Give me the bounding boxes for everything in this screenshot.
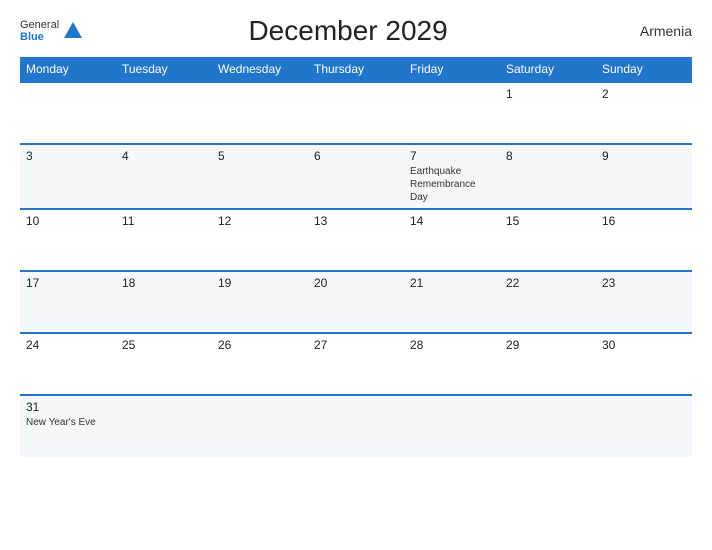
day-number: 21 bbox=[410, 276, 494, 290]
day-number: 26 bbox=[218, 338, 302, 352]
calendar-cell: 18 bbox=[116, 271, 212, 333]
header-thursday: Thursday bbox=[308, 57, 404, 82]
event-label: Earthquake Remembrance Day bbox=[410, 165, 494, 204]
calendar-cell: 7 Earthquake Remembrance Day bbox=[404, 144, 500, 209]
calendar-cell: 20 bbox=[308, 271, 404, 333]
day-number: 31 bbox=[26, 400, 110, 414]
calendar-cell bbox=[116, 395, 212, 457]
calendar-cell bbox=[500, 395, 596, 457]
day-number: 28 bbox=[410, 338, 494, 352]
calendar-cell: 5 bbox=[212, 144, 308, 209]
header-monday: Monday bbox=[20, 57, 116, 82]
logo-general-text: General bbox=[20, 19, 59, 31]
country-label: Armenia bbox=[612, 23, 692, 39]
calendar-row: 17 18 19 20 21 22 23 bbox=[20, 271, 692, 333]
calendar-cell: 21 bbox=[404, 271, 500, 333]
day-number: 3 bbox=[26, 149, 110, 163]
day-number: 23 bbox=[602, 276, 686, 290]
day-number: 14 bbox=[410, 214, 494, 228]
calendar-header-row: Monday Tuesday Wednesday Thursday Friday… bbox=[20, 57, 692, 82]
day-number: 8 bbox=[506, 149, 590, 163]
header-wednesday: Wednesday bbox=[212, 57, 308, 82]
day-number: 1 bbox=[506, 87, 590, 101]
calendar-cell: 27 bbox=[308, 333, 404, 395]
day-number: 5 bbox=[218, 149, 302, 163]
calendar-cell bbox=[212, 82, 308, 144]
day-number: 25 bbox=[122, 338, 206, 352]
calendar-cell: 3 bbox=[20, 144, 116, 209]
header-saturday: Saturday bbox=[500, 57, 596, 82]
calendar-cell: 9 bbox=[596, 144, 692, 209]
calendar-cell: 28 bbox=[404, 333, 500, 395]
calendar-cell: 26 bbox=[212, 333, 308, 395]
calendar-cell: 14 bbox=[404, 209, 500, 271]
calendar-cell: 15 bbox=[500, 209, 596, 271]
calendar-page: General Blue December 2029 Armenia Monda… bbox=[0, 0, 712, 550]
day-number: 20 bbox=[314, 276, 398, 290]
calendar-cell: 29 bbox=[500, 333, 596, 395]
calendar-cell: 19 bbox=[212, 271, 308, 333]
calendar-cell bbox=[308, 82, 404, 144]
header-sunday: Sunday bbox=[596, 57, 692, 82]
calendar-cell bbox=[404, 395, 500, 457]
day-number: 29 bbox=[506, 338, 590, 352]
calendar-cell: 16 bbox=[596, 209, 692, 271]
calendar-cell: 22 bbox=[500, 271, 596, 333]
calendar-cell: 1 bbox=[500, 82, 596, 144]
calendar-cell: 23 bbox=[596, 271, 692, 333]
calendar-cell bbox=[20, 82, 116, 144]
day-number: 11 bbox=[122, 214, 206, 228]
calendar-row: 31 New Year's Eve bbox=[20, 395, 692, 457]
calendar-cell: 2 bbox=[596, 82, 692, 144]
calendar-table: Monday Tuesday Wednesday Thursday Friday… bbox=[20, 57, 692, 457]
calendar-cell: 6 bbox=[308, 144, 404, 209]
calendar-cell: 25 bbox=[116, 333, 212, 395]
logo-icon bbox=[62, 20, 84, 42]
calendar-cell: 17 bbox=[20, 271, 116, 333]
calendar-cell: 11 bbox=[116, 209, 212, 271]
calendar-cell bbox=[212, 395, 308, 457]
calendar-cell bbox=[596, 395, 692, 457]
calendar-cell: 4 bbox=[116, 144, 212, 209]
day-number: 9 bbox=[602, 149, 686, 163]
calendar-cell: 12 bbox=[212, 209, 308, 271]
calendar-cell: 30 bbox=[596, 333, 692, 395]
logo-blue-text: Blue bbox=[20, 31, 59, 43]
calendar-cell bbox=[308, 395, 404, 457]
day-number: 7 bbox=[410, 149, 494, 163]
header-tuesday: Tuesday bbox=[116, 57, 212, 82]
logo: General Blue bbox=[20, 19, 84, 43]
day-number: 6 bbox=[314, 149, 398, 163]
calendar-cell: 31 New Year's Eve bbox=[20, 395, 116, 457]
day-number: 17 bbox=[26, 276, 110, 290]
page-title: December 2029 bbox=[84, 15, 612, 47]
header: General Blue December 2029 Armenia bbox=[20, 15, 692, 47]
calendar-row: 34567 Earthquake Remembrance Day 89 bbox=[20, 144, 692, 209]
calendar-row: 12 bbox=[20, 82, 692, 144]
day-number: 30 bbox=[602, 338, 686, 352]
day-number: 19 bbox=[218, 276, 302, 290]
calendar-cell: 24 bbox=[20, 333, 116, 395]
day-number: 13 bbox=[314, 214, 398, 228]
day-number: 15 bbox=[506, 214, 590, 228]
day-number: 18 bbox=[122, 276, 206, 290]
day-number: 12 bbox=[218, 214, 302, 228]
day-number: 4 bbox=[122, 149, 206, 163]
calendar-cell bbox=[404, 82, 500, 144]
calendar-row: 10 11 12 13 14 15 16 bbox=[20, 209, 692, 271]
header-friday: Friday bbox=[404, 57, 500, 82]
calendar-cell: 8 bbox=[500, 144, 596, 209]
calendar-cell: 10 bbox=[20, 209, 116, 271]
calendar-cell: 13 bbox=[308, 209, 404, 271]
day-number: 24 bbox=[26, 338, 110, 352]
day-number: 27 bbox=[314, 338, 398, 352]
event-label: New Year's Eve bbox=[26, 416, 110, 429]
day-number: 16 bbox=[602, 214, 686, 228]
day-number: 22 bbox=[506, 276, 590, 290]
calendar-row: 24 25 26 27 28 29 30 bbox=[20, 333, 692, 395]
day-number: 2 bbox=[602, 87, 686, 101]
calendar-cell bbox=[116, 82, 212, 144]
day-number: 10 bbox=[26, 214, 110, 228]
